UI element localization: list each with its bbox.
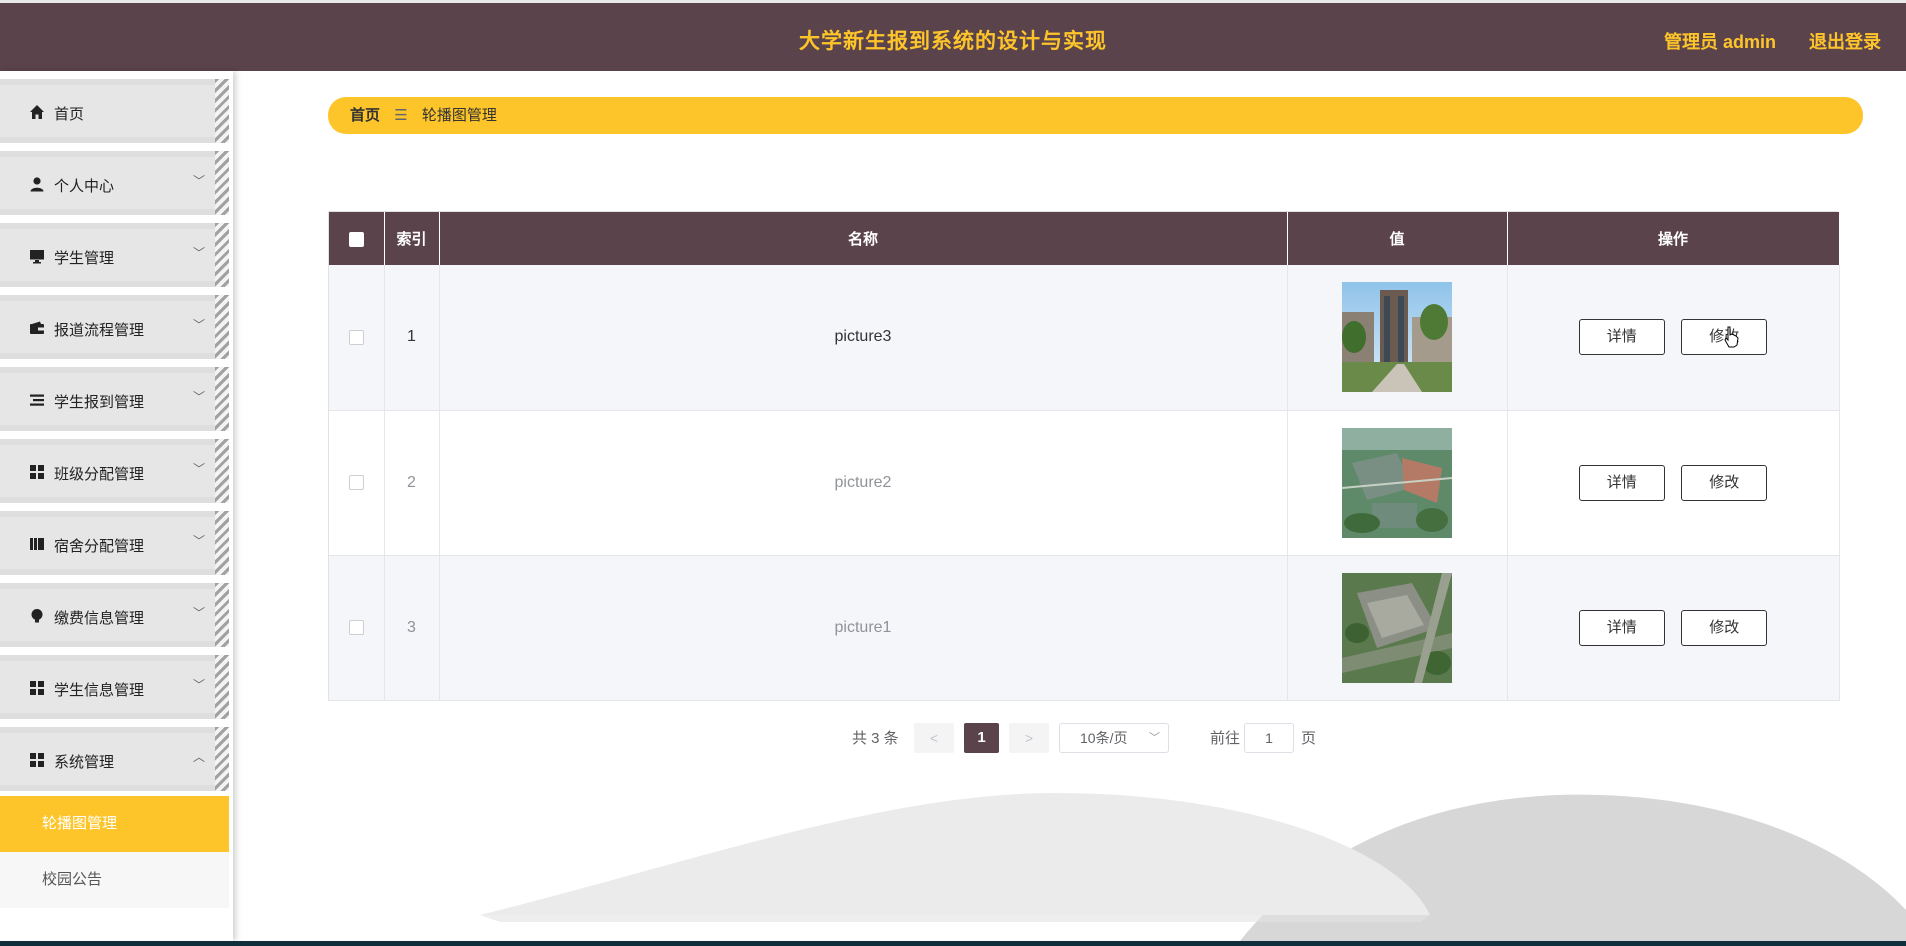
pagination-goto-input[interactable]	[1244, 723, 1294, 753]
mouse-cursor-icon	[1724, 326, 1739, 348]
sidebar-item-student-registration[interactable]: 学生报到管理 ﹀	[0, 367, 229, 431]
select-all-cell	[329, 212, 385, 265]
chevron-down-icon: ﹀	[193, 606, 206, 620]
chevron-down-icon: ﹀	[193, 678, 206, 692]
building-photo-thumbnail[interactable]	[1342, 282, 1452, 393]
sidebar-item-label: 宿舍分配管理	[54, 538, 145, 555]
sidebar-item-class-assignment[interactable]: 班级分配管理 ﹀	[0, 439, 229, 503]
home-icon	[29, 104, 45, 120]
chevron-down-icon: ﹀	[193, 534, 206, 548]
page-size-value: 10条/页	[1080, 730, 1128, 746]
breadcrumb-current: 轮播图管理	[421, 107, 497, 124]
details-button[interactable]: 详情	[1578, 464, 1665, 501]
menu-icon: ☰	[394, 107, 408, 124]
select-all-checkbox[interactable]	[348, 231, 364, 247]
row-checkbox[interactable]	[348, 329, 364, 345]
grid-icon	[29, 680, 45, 696]
sidebar-item-label: 班级分配管理	[54, 466, 145, 483]
sidebar-item-label: 学生报到管理	[54, 394, 145, 411]
chevron-down-icon: ﹀	[193, 174, 206, 188]
sidebar-item-label: 个人中心	[54, 178, 115, 195]
table-row: 2 picture2 详情 修改	[329, 410, 1840, 556]
sidebar-item-label: 学生信息管理	[54, 682, 145, 699]
pagination-page-number[interactable]: 1	[964, 723, 999, 753]
details-button[interactable]: 详情	[1578, 319, 1665, 356]
sidebar-item-dorm-assignment[interactable]: 宿舍分配管理 ﹀	[0, 511, 229, 575]
row-index: 3	[384, 555, 440, 701]
current-user-label: 管理员 admin	[1663, 32, 1776, 52]
sidebar-item-student-management[interactable]: 学生管理 ﹀	[0, 223, 229, 287]
row-index: 2	[384, 410, 440, 556]
column-header-actions: 操作	[1507, 212, 1840, 265]
sidebar-item-personal-center[interactable]: 个人中心 ﹀	[0, 151, 229, 215]
data-table: 索引 名称 值 操作 1 picture3 详情 修改 2 picture2 详…	[328, 211, 1840, 701]
chevron-down-icon: ﹀	[193, 318, 206, 332]
sidebar-item-student-info[interactable]: 学生信息管理 ﹀	[0, 655, 229, 719]
grid-icon	[29, 464, 45, 480]
row-name: picture2	[439, 410, 1288, 556]
chevron-down-icon: ﹀	[1149, 732, 1160, 744]
edit-button[interactable]: 修改	[1681, 609, 1768, 646]
column-header-value: 值	[1287, 212, 1508, 265]
edit-button[interactable]: 修改	[1681, 464, 1768, 501]
sidebar-item-label: 缴费信息管理	[54, 610, 145, 627]
pagination-total: 共 3 条	[852, 730, 899, 747]
breadcrumb: 首页 ☰ 轮播图管理	[328, 97, 1863, 134]
pagination-prev-button[interactable]: <	[914, 723, 954, 753]
pagination-page-unit: 页	[1301, 730, 1317, 747]
column-header-index: 索引	[384, 212, 440, 265]
table-row: 3 picture1 详情 修改	[329, 555, 1840, 701]
row-index: 1	[384, 265, 440, 411]
chevron-down-icon: ﹀	[193, 246, 206, 260]
breadcrumb-home-link[interactable]: 首页	[350, 107, 380, 124]
row-name: picture1	[439, 555, 1288, 701]
campus-aerial-photo-thumbnail[interactable]	[1342, 427, 1452, 538]
sidebar-item-label: 系统管理	[54, 754, 115, 771]
sidebar-item-label: 首页	[54, 106, 85, 123]
book-icon	[29, 536, 45, 552]
details-button[interactable]: 详情	[1578, 609, 1665, 646]
chevron-up-icon: ︿	[193, 750, 206, 764]
decorative-hills	[480, 792, 1906, 941]
top-bar: 大学新生报到系统的设计与实现 管理员 admin 退出登录	[0, 0, 1906, 71]
row-checkbox[interactable]	[348, 474, 364, 490]
pagination-next-button[interactable]: >	[1009, 723, 1049, 753]
column-header-name: 名称	[439, 212, 1288, 265]
bulb-icon	[29, 608, 45, 624]
list-icon	[29, 392, 45, 408]
logout-button[interactable]: 退出登录	[1809, 28, 1881, 54]
pagination-goto-label: 前往	[1210, 730, 1241, 747]
page-size-select[interactable]: 10条/页 ﹀	[1059, 723, 1169, 753]
table-row: 1 picture3 详情 修改	[329, 265, 1840, 411]
sidebar-item-label: 学生管理	[54, 250, 115, 267]
table-header-row: 索引 名称 值 操作	[329, 212, 1840, 265]
sidebar-item-label: 报道流程管理	[54, 322, 145, 339]
wallet-icon	[29, 320, 45, 336]
chevron-down-icon: ﹀	[193, 462, 206, 476]
row-name: picture3	[439, 265, 1288, 411]
campus-aerial-photo-thumbnail[interactable]	[1342, 572, 1452, 683]
grid-icon	[29, 752, 45, 768]
monitor-icon	[29, 248, 45, 264]
person-icon	[29, 176, 45, 192]
sidebar-item-home[interactable]: 首页	[0, 79, 229, 143]
taskbar-strip	[0, 941, 1906, 946]
sidebar-item-payment-info[interactable]: 缴费信息管理 ﹀	[0, 583, 229, 647]
chevron-down-icon: ﹀	[193, 390, 206, 404]
row-checkbox[interactable]	[348, 619, 364, 635]
app-title: 大学新生报到系统的设计与实现	[799, 30, 1107, 53]
sidebar-item-registration-process[interactable]: 报道流程管理 ﹀	[0, 295, 229, 359]
